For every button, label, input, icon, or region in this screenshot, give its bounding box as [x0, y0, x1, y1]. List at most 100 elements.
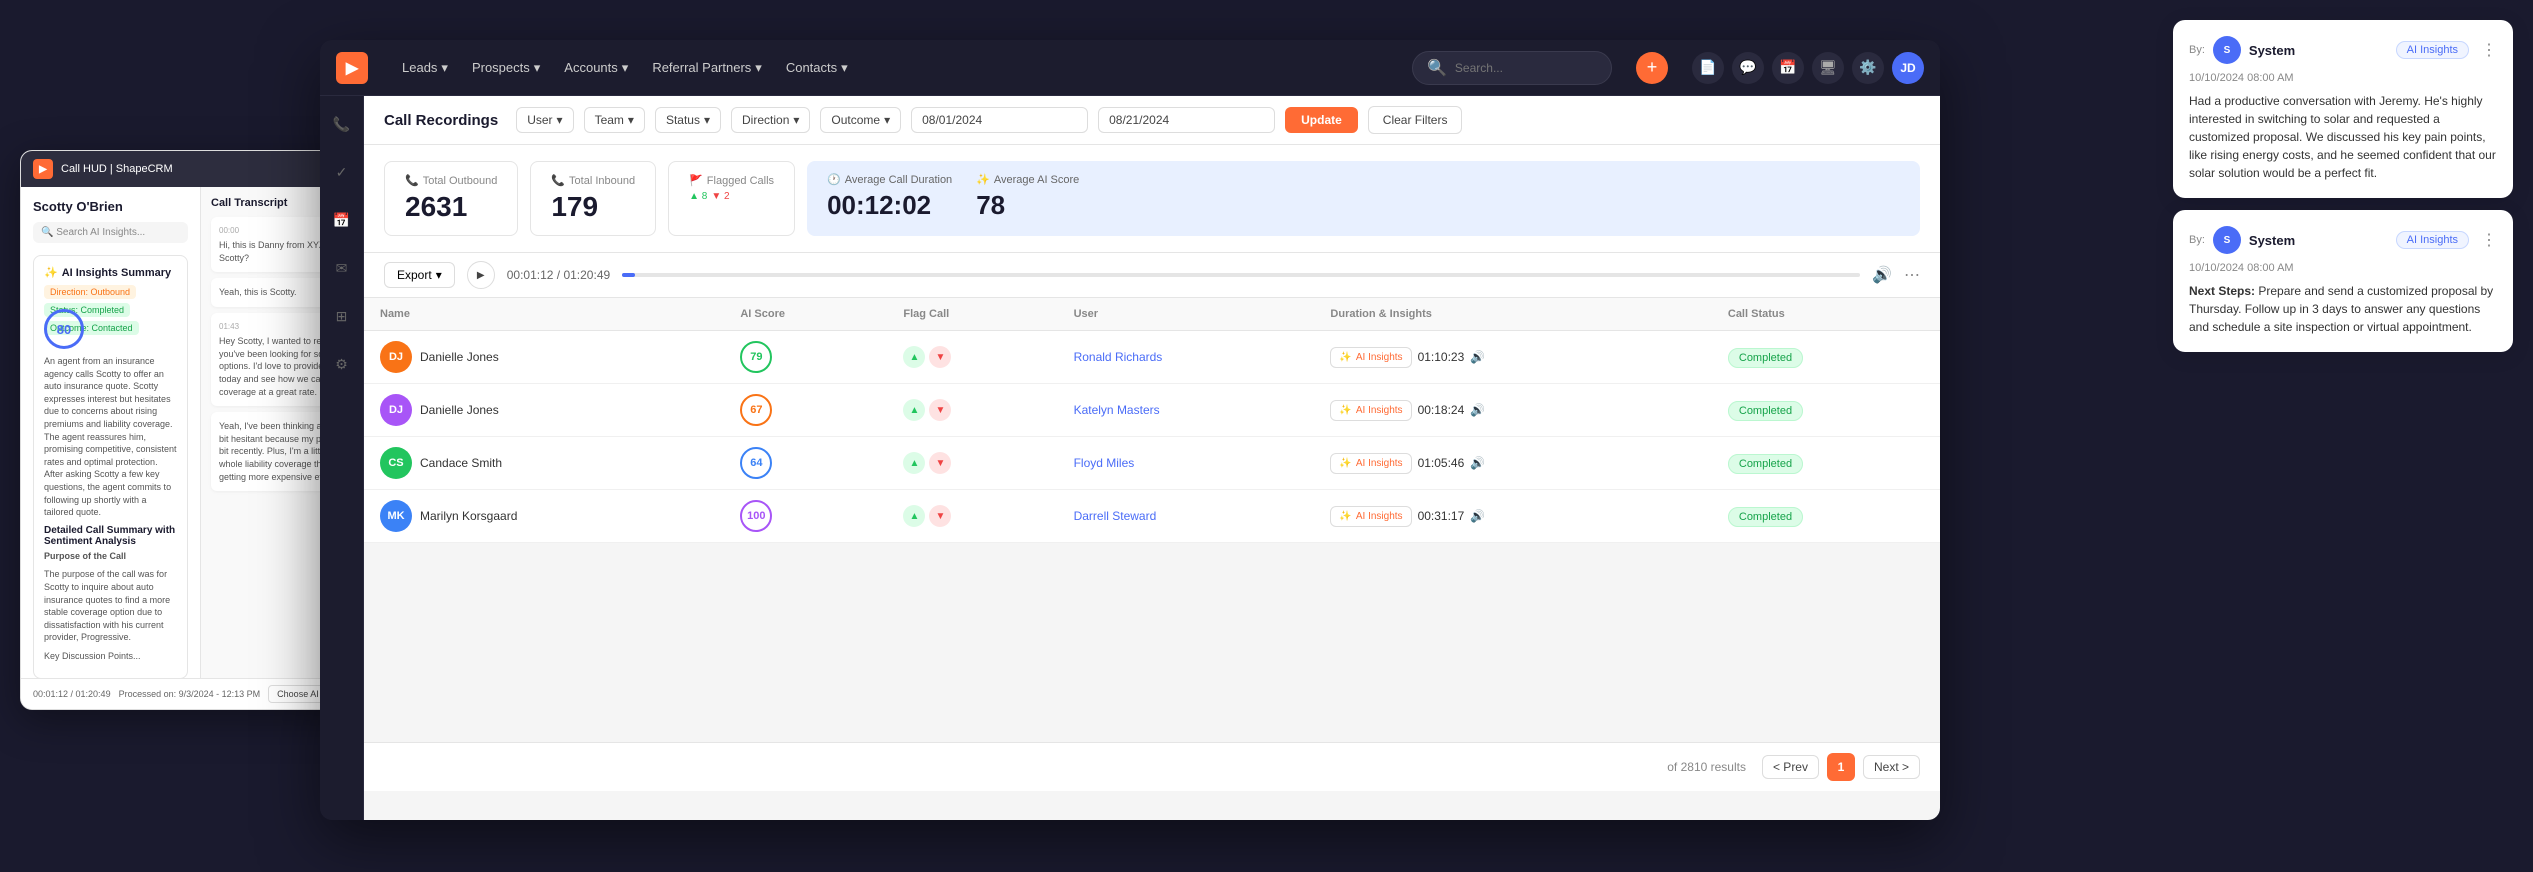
ai-score-1: 67	[740, 394, 772, 426]
col-status: Call Status	[1712, 298, 1940, 331]
more-options-icon[interactable]: ⋯	[1904, 265, 1920, 285]
more-options-2[interactable]: ⋮	[2481, 230, 2497, 250]
next-page-button[interactable]: Next >	[1863, 755, 1920, 779]
user-link-1[interactable]: Katelyn Masters	[1074, 403, 1160, 417]
sidebar-check-icon[interactable]: ✓	[326, 156, 358, 188]
app-logo[interactable]: ▶	[336, 52, 368, 84]
sound-icon-0[interactable]: 🔊	[1470, 350, 1485, 364]
table-row: MK Marilyn Korsgaard 100 ▲ ▼ Darrell Ste…	[364, 490, 1940, 543]
avg-duration-value: 00:12:02	[827, 190, 952, 221]
play-button[interactable]: ▶	[467, 261, 495, 289]
insights-btn-2[interactable]: ✨ AI Insights	[1330, 453, 1411, 474]
audio-time-display: 00:01:12 / 01:20:49	[507, 268, 610, 282]
monitor-icon[interactable]: 🖥	[1812, 52, 1844, 84]
insights-panel: By: S System AI Insights ⋮ 10/10/2024 08…	[2173, 20, 2513, 352]
author-2: System	[2249, 233, 2295, 248]
nav-referral-partners[interactable]: Referral Partners ▾	[642, 54, 772, 82]
add-button[interactable]: +	[1636, 52, 1668, 84]
duration-cell-2: ✨ AI Insights 01:05:46 🔊	[1330, 453, 1695, 474]
table-row: CS Candace Smith 64 ▲ ▼ Floyd Miles ✨ AI…	[364, 437, 1940, 490]
date-end-input[interactable]	[1098, 107, 1275, 133]
user-cell-2: Floyd Miles	[1074, 456, 1299, 470]
call-status-1: Completed	[1728, 401, 1803, 421]
direction-filter[interactable]: Direction ▾	[731, 107, 810, 133]
user-avatar[interactable]: JD	[1892, 52, 1924, 84]
small-crm-ai-title: ✨ AI Insights Summary	[44, 266, 177, 279]
nav-leads[interactable]: Leads ▾	[392, 54, 458, 82]
user-link-0[interactable]: Ronald Richards	[1074, 350, 1163, 364]
insight-text-2: Next Steps: Prepare and send a customize…	[2189, 282, 2497, 336]
sidebar-settings-icon[interactable]: ⚙	[326, 348, 358, 380]
user-link-2[interactable]: Floyd Miles	[1074, 456, 1135, 470]
duration-text-3: 00:31:17	[1418, 509, 1465, 523]
sidebar-mail-icon[interactable]: ✉	[326, 252, 358, 284]
insight-card-1: By: S System AI Insights ⋮ 10/10/2024 08…	[2173, 20, 2513, 198]
search-icon: 🔍	[1427, 58, 1447, 78]
update-button[interactable]: Update	[1285, 107, 1358, 133]
team-filter[interactable]: Team ▾	[584, 107, 645, 133]
settings-icon[interactable]: ⚙️	[1852, 52, 1884, 84]
user-cell-0: Ronald Richards	[1074, 350, 1299, 364]
flag-up-btn-2[interactable]: ▲	[903, 452, 925, 474]
ai-score-0: 79	[740, 341, 772, 373]
sidebar-calls-icon[interactable]: 📞	[326, 108, 358, 140]
status-filter[interactable]: Status ▾	[655, 107, 721, 133]
insights-btn-3[interactable]: ✨ AI Insights	[1330, 506, 1411, 527]
flag-down-btn-2[interactable]: ▼	[929, 452, 951, 474]
audio-progress-fill	[622, 273, 634, 277]
chat-icon[interactable]: 💬	[1732, 52, 1764, 84]
prev-page-button[interactable]: < Prev	[1762, 755, 1819, 779]
ai-badge-1[interactable]: AI Insights	[2396, 41, 2469, 59]
flag-down-btn-0[interactable]: ▼	[929, 346, 951, 368]
flag-down-btn-3[interactable]: ▼	[929, 505, 951, 527]
sound-icon-3[interactable]: 🔊	[1470, 509, 1485, 523]
by-label-1: By:	[2189, 44, 2205, 56]
small-crm-logo: ▶	[33, 159, 53, 179]
call-status-2: Completed	[1728, 454, 1803, 474]
avg-score-value: 78	[976, 190, 1079, 221]
nav-contacts[interactable]: Contacts ▾	[776, 54, 858, 82]
more-options-1[interactable]: ⋮	[2481, 40, 2497, 60]
clock-icon: 🕐	[827, 173, 841, 186]
flagged-calls-card: 🚩 Flagged Calls ▲ 8 ▼ 2	[668, 161, 795, 236]
document-icon[interactable]: 📄	[1692, 52, 1724, 84]
sound-icon-1[interactable]: 🔊	[1470, 403, 1485, 417]
date-start-input[interactable]	[911, 107, 1088, 133]
nav-accounts[interactable]: Accounts ▾	[554, 54, 638, 82]
user-filter[interactable]: User ▾	[516, 107, 573, 133]
ai-insights-icon-3: ✨	[1339, 511, 1351, 522]
col-duration: Duration & Insights	[1314, 298, 1711, 331]
audio-progress-bar[interactable]	[622, 273, 1860, 277]
user-link-3[interactable]: Darrell Steward	[1074, 509, 1157, 523]
insights-btn-1[interactable]: ✨ AI Insights	[1330, 400, 1411, 421]
flag-up-btn-3[interactable]: ▲	[903, 505, 925, 527]
insights-btn-0[interactable]: ✨ AI Insights	[1330, 347, 1411, 368]
duration-text-0: 01:10:23	[1418, 350, 1465, 364]
phone-inbound-icon: 📞	[551, 174, 565, 187]
current-page[interactable]: 1	[1827, 753, 1855, 781]
ai-score-2: 64	[740, 447, 772, 479]
export-button[interactable]: Export ▾	[384, 262, 455, 288]
ai-badge-2[interactable]: AI Insights	[2396, 231, 2469, 249]
global-search[interactable]: 🔍	[1412, 51, 1612, 85]
sound-icon-2[interactable]: 🔊	[1470, 456, 1485, 470]
search-input[interactable]	[1455, 61, 1597, 75]
outcome-filter[interactable]: Outcome ▾	[820, 107, 901, 133]
contact-avatar-1: DJ	[380, 394, 412, 426]
flag-up-btn-1[interactable]: ▲	[903, 399, 925, 421]
flag-up-btn-0[interactable]: ▲	[903, 346, 925, 368]
calendar-icon[interactable]: 📅	[1772, 52, 1804, 84]
sidebar-grid-icon[interactable]: ⊞	[326, 300, 358, 332]
volume-icon[interactable]: 🔊	[1872, 265, 1892, 285]
nav-menu: Leads ▾ Prospects ▾ Accounts ▾ Referral …	[392, 54, 1388, 82]
by-label-2: By:	[2189, 234, 2205, 246]
contact-cell-2: CS Candace Smith	[380, 447, 708, 479]
insight-date-1: 10/10/2024 08:00 AM	[2189, 72, 2497, 84]
contact-name-0: Danielle Jones	[420, 350, 499, 364]
clear-filters-button[interactable]: Clear Filters	[1368, 106, 1463, 134]
contact-cell-0: DJ Danielle Jones	[380, 341, 708, 373]
nav-prospects[interactable]: Prospects ▾	[462, 54, 550, 82]
flag-down-btn-1[interactable]: ▼	[929, 399, 951, 421]
flag-up-count: ▲ 8	[689, 191, 707, 202]
sidebar-calendar-icon[interactable]: 📅	[326, 204, 358, 236]
